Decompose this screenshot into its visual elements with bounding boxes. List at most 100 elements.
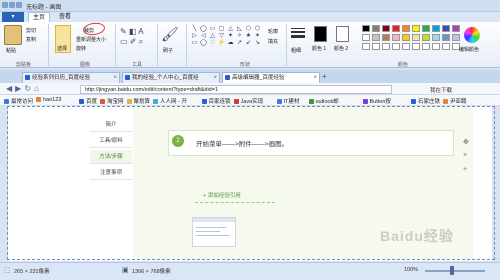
color-swatch[interactable]: [442, 43, 450, 50]
text-icon[interactable]: A: [138, 27, 143, 36]
bookmark-item[interactable]: Button按: [363, 97, 391, 105]
paste-button[interactable]: 粘贴: [6, 47, 16, 54]
bookmark-item[interactable]: 石家庄铁: [411, 97, 440, 105]
rotate-button[interactable]: 旋转: [76, 45, 86, 52]
color-picker-icon[interactable]: ✐: [130, 37, 137, 46]
color-swatch[interactable]: [432, 34, 440, 41]
color-swatch[interactable]: [362, 34, 370, 41]
bookmark-item[interactable]: 百家连锁: [202, 97, 231, 105]
url-input[interactable]: http://jingyan.baidu.com/edit/content?ty…: [80, 85, 392, 94]
close-icon[interactable]: ×: [463, 152, 467, 159]
color-swatch[interactable]: [442, 25, 450, 32]
sidebar-item-steps[interactable]: 方法/步骤: [90, 150, 132, 164]
bookmark-item[interactable]: IT建材: [277, 97, 300, 105]
color-swatch[interactable]: [402, 43, 410, 50]
color-swatch[interactable]: [392, 34, 400, 41]
file-menu-button[interactable]: ▾: [2, 12, 24, 22]
home-icon[interactable]: ⌂: [34, 84, 42, 93]
step-text[interactable]: 开始菜单——>附件——>画图。: [196, 138, 288, 148]
sidebar-item-intro[interactable]: 简介: [90, 118, 132, 132]
color-swatch[interactable]: [422, 25, 430, 32]
color-swatch[interactable]: [372, 43, 380, 50]
shapes-gallery[interactable]: ╲ ◯ ▭ ▢ △ ◺ ⬠ ⬡ ▷ ◁ △ ▽ ✦ ✧ ★ ✶ ▭ ◯ ♡ ⚡ ☁ ↗ ↙ ↘: [190, 26, 262, 48]
toolbar-right-text[interactable]: 我在下载: [430, 86, 452, 94]
color-swatch[interactable]: [412, 34, 420, 41]
edit-colors-icon[interactable]: [464, 27, 480, 43]
browser-tab-active[interactable]: 高级编辑器_百度经验 ×: [222, 72, 320, 83]
add-icon[interactable]: +: [463, 166, 467, 173]
outline-button[interactable]: 轮廓: [268, 28, 278, 35]
color-swatch[interactable]: [452, 34, 460, 41]
bookmark-item[interactable]: 最常访问: [4, 97, 33, 105]
forward-icon[interactable]: ▶: [15, 84, 24, 93]
color-swatch[interactable]: [372, 34, 380, 41]
new-tab-button[interactable]: +: [322, 72, 327, 81]
pencil-icon[interactable]: ✎: [120, 27, 127, 36]
fill-button[interactable]: 填充: [268, 38, 278, 45]
color-swatch[interactable]: [402, 34, 410, 41]
add-reference-button[interactable]: + 添加经验引用: [195, 189, 275, 203]
bookmark-item[interactable]: 聚划算: [127, 97, 151, 105]
color-swatch[interactable]: [362, 25, 370, 32]
bookmark-item[interactable]: hao123: [36, 97, 61, 103]
bookmark-item[interactable]: 百度: [79, 97, 97, 105]
color-swatch[interactable]: [362, 43, 370, 50]
paste-icon[interactable]: [4, 25, 22, 45]
edit-colors-button[interactable]: 编辑颜色: [459, 46, 479, 53]
resize-button[interactable]: 重新调整大小: [76, 36, 106, 43]
tab-home[interactable]: 主页: [28, 12, 50, 22]
tools-icons[interactable]: ✎ ◧ A ▭ ✐ ⌕: [120, 27, 152, 49]
color-swatch[interactable]: [382, 34, 390, 41]
line-width-icon[interactable]: [291, 28, 305, 42]
zoom-slider-handle[interactable]: [450, 266, 454, 275]
color1-swatch[interactable]: [314, 26, 327, 42]
color-palette[interactable]: [362, 25, 460, 51]
color-swatch[interactable]: [382, 25, 390, 32]
brushes-button[interactable]: 刷子: [163, 47, 173, 54]
refresh-icon[interactable]: ↻: [24, 84, 34, 93]
fill-icon[interactable]: ◧: [129, 27, 137, 36]
size-button[interactable]: 粗细: [291, 47, 301, 54]
brush-icon[interactable]: 🖌: [161, 26, 179, 44]
close-icon[interactable]: ×: [313, 73, 317, 83]
back-icon[interactable]: ◀: [6, 84, 15, 93]
color-swatch[interactable]: [412, 43, 420, 50]
color-swatch[interactable]: [392, 43, 400, 50]
color2-swatch[interactable]: [336, 26, 349, 42]
color-swatch[interactable]: [392, 25, 400, 32]
browser-tab[interactable]: 经验系列日历_百度经验 ×: [22, 72, 120, 83]
color-swatch[interactable]: [422, 34, 430, 41]
bookmark-item[interactable]: 尹亚聘: [443, 97, 467, 105]
undo-icon[interactable]: [9, 2, 15, 8]
bookmark-item[interactable]: outlook邮: [309, 97, 339, 105]
zoom-slider-track[interactable]: [425, 270, 485, 272]
save-icon[interactable]: [2, 2, 8, 8]
close-icon[interactable]: ×: [113, 73, 117, 83]
color-swatch[interactable]: [402, 25, 410, 32]
screenshot-thumbnail[interactable]: [192, 217, 236, 247]
bookmark-item[interactable]: Java实现: [234, 97, 264, 105]
tab-view[interactable]: 查看: [54, 12, 76, 22]
color-swatch[interactable]: [432, 25, 440, 32]
sidebar-item-tools[interactable]: 工具/原料: [90, 134, 132, 148]
quick-access-toolbar[interactable]: [2, 2, 24, 10]
color-swatch[interactable]: [452, 25, 460, 32]
color-swatch[interactable]: [422, 43, 430, 50]
copy-button[interactable]: 复制: [26, 36, 36, 43]
color-swatch[interactable]: [372, 25, 380, 32]
color-swatch[interactable]: [412, 25, 420, 32]
nav-buttons[interactable]: ◀▶↻⌂: [6, 84, 42, 93]
move-icon[interactable]: ✥: [463, 138, 469, 146]
magnifier-icon[interactable]: ⌕: [139, 37, 143, 46]
eraser-icon[interactable]: ▭: [120, 37, 128, 46]
bookmark-item[interactable]: 人人网 - 开: [153, 97, 187, 105]
bookmark-item[interactable]: 淘宝网: [100, 97, 124, 105]
color-swatch[interactable]: [432, 43, 440, 50]
close-icon[interactable]: ×: [213, 73, 217, 83]
color-swatch[interactable]: [382, 43, 390, 50]
browser-tab[interactable]: 我的经验_个人中心_百度经 ×: [122, 72, 220, 83]
color-swatch[interactable]: [442, 34, 450, 41]
cut-button[interactable]: 剪切: [26, 27, 36, 34]
redo-icon[interactable]: [16, 2, 22, 8]
sidebar-item-notes[interactable]: 注意事项: [90, 166, 132, 180]
